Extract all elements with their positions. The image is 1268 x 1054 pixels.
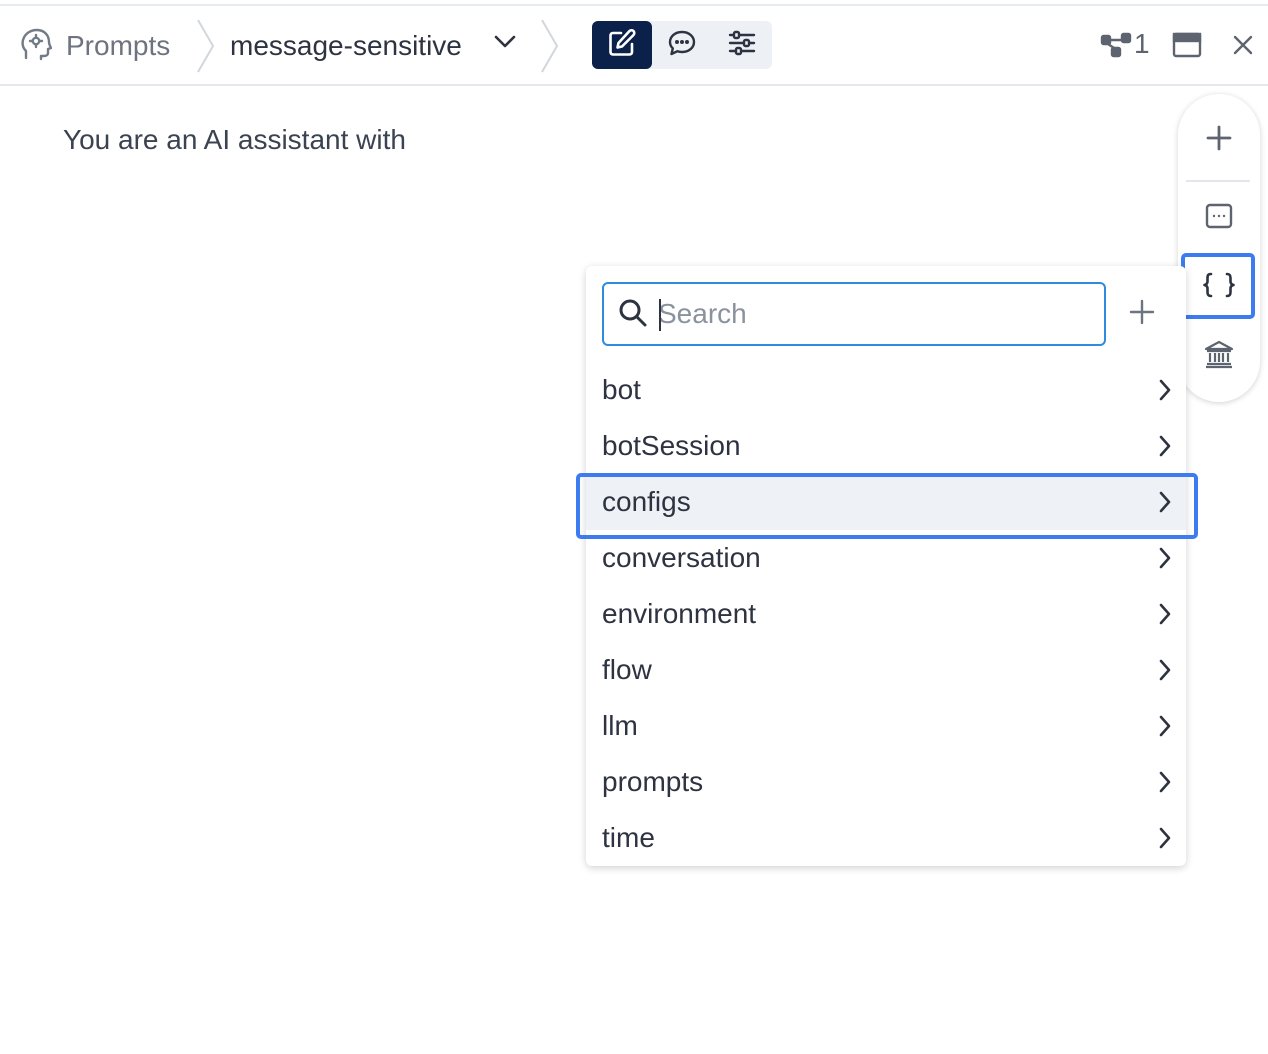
list-item-label: flow — [602, 654, 652, 685]
list-item[interactable]: time — [586, 810, 1186, 866]
list-item[interactable]: conversation — [586, 530, 1186, 586]
edit-mode-button[interactable] — [592, 21, 652, 69]
text-cursor — [659, 299, 661, 331]
insert-snippet-button[interactable] — [1178, 186, 1260, 250]
insert-block-button[interactable] — [1178, 108, 1260, 172]
close-icon[interactable] — [1232, 34, 1254, 61]
variables-list: bot botSession configs conversation envi… — [586, 362, 1186, 866]
prompt-name[interactable]: message-sensitive — [230, 26, 462, 66]
toolbar-divider — [1186, 180, 1250, 182]
search-input[interactable] — [658, 284, 1098, 344]
chevron-right-icon — [1158, 602, 1172, 631]
edit-icon — [607, 28, 637, 63]
list-item-selected[interactable]: configs — [586, 474, 1186, 530]
chevron-right-icon — [1158, 826, 1172, 855]
library-button[interactable] — [1178, 324, 1260, 388]
window-layout-icon[interactable] — [1172, 32, 1202, 63]
flow-connections-icon[interactable] — [1100, 32, 1132, 63]
prompt-dropdown-chevron-icon[interactable] — [494, 34, 516, 55]
breadcrumb-separator-icon — [540, 18, 560, 79]
editor-header: Prompts message-sensitive 1 — [0, 6, 1268, 86]
sliders-icon — [727, 28, 757, 63]
list-item[interactable]: bot — [586, 362, 1186, 418]
add-icon — [1206, 125, 1232, 156]
snippet-icon — [1205, 203, 1233, 234]
prompt-editor-content[interactable]: You are an AI assistant with — [63, 122, 406, 158]
variables-menu: bot botSession configs conversation envi… — [586, 266, 1186, 866]
list-item-label: botSession — [602, 430, 741, 461]
chevron-right-icon — [1158, 490, 1172, 519]
search-icon — [618, 298, 648, 333]
settings-mode-button[interactable] — [712, 21, 772, 69]
list-item[interactable]: flow — [586, 642, 1186, 698]
active-tool-highlight — [1181, 253, 1255, 319]
breadcrumb-separator-icon — [196, 18, 216, 79]
library-icon — [1204, 339, 1234, 374]
list-item[interactable]: environment — [586, 586, 1186, 642]
list-item[interactable]: botSession — [586, 418, 1186, 474]
chevron-right-icon — [1158, 434, 1172, 463]
mode-switcher — [592, 21, 772, 69]
side-toolbar — [1178, 94, 1260, 402]
chat-icon — [667, 28, 697, 63]
prompt-head-icon — [20, 28, 53, 67]
breadcrumb-prompts[interactable]: Prompts — [66, 26, 170, 66]
list-item-label: time — [602, 822, 655, 853]
list-item-label: llm — [602, 710, 638, 741]
chevron-right-icon — [1158, 658, 1172, 687]
flow-count: 1 — [1134, 28, 1150, 59]
chat-mode-button[interactable] — [652, 21, 712, 69]
search-box — [602, 282, 1106, 346]
list-item[interactable]: llm — [586, 698, 1186, 754]
chevron-right-icon — [1158, 546, 1172, 575]
list-item-label: environment — [602, 598, 757, 629]
chevron-right-icon — [1158, 770, 1172, 799]
add-variable-button[interactable] — [1124, 296, 1160, 332]
list-item-label: prompts — [602, 766, 704, 797]
chevron-right-icon — [1158, 714, 1172, 743]
add-icon — [1129, 299, 1155, 330]
list-item[interactable]: prompts — [586, 754, 1186, 810]
list-item-label: conversation — [602, 542, 761, 573]
list-item-label: configs — [602, 486, 691, 517]
list-item-label: bot — [602, 374, 641, 405]
chevron-right-icon — [1158, 378, 1172, 407]
